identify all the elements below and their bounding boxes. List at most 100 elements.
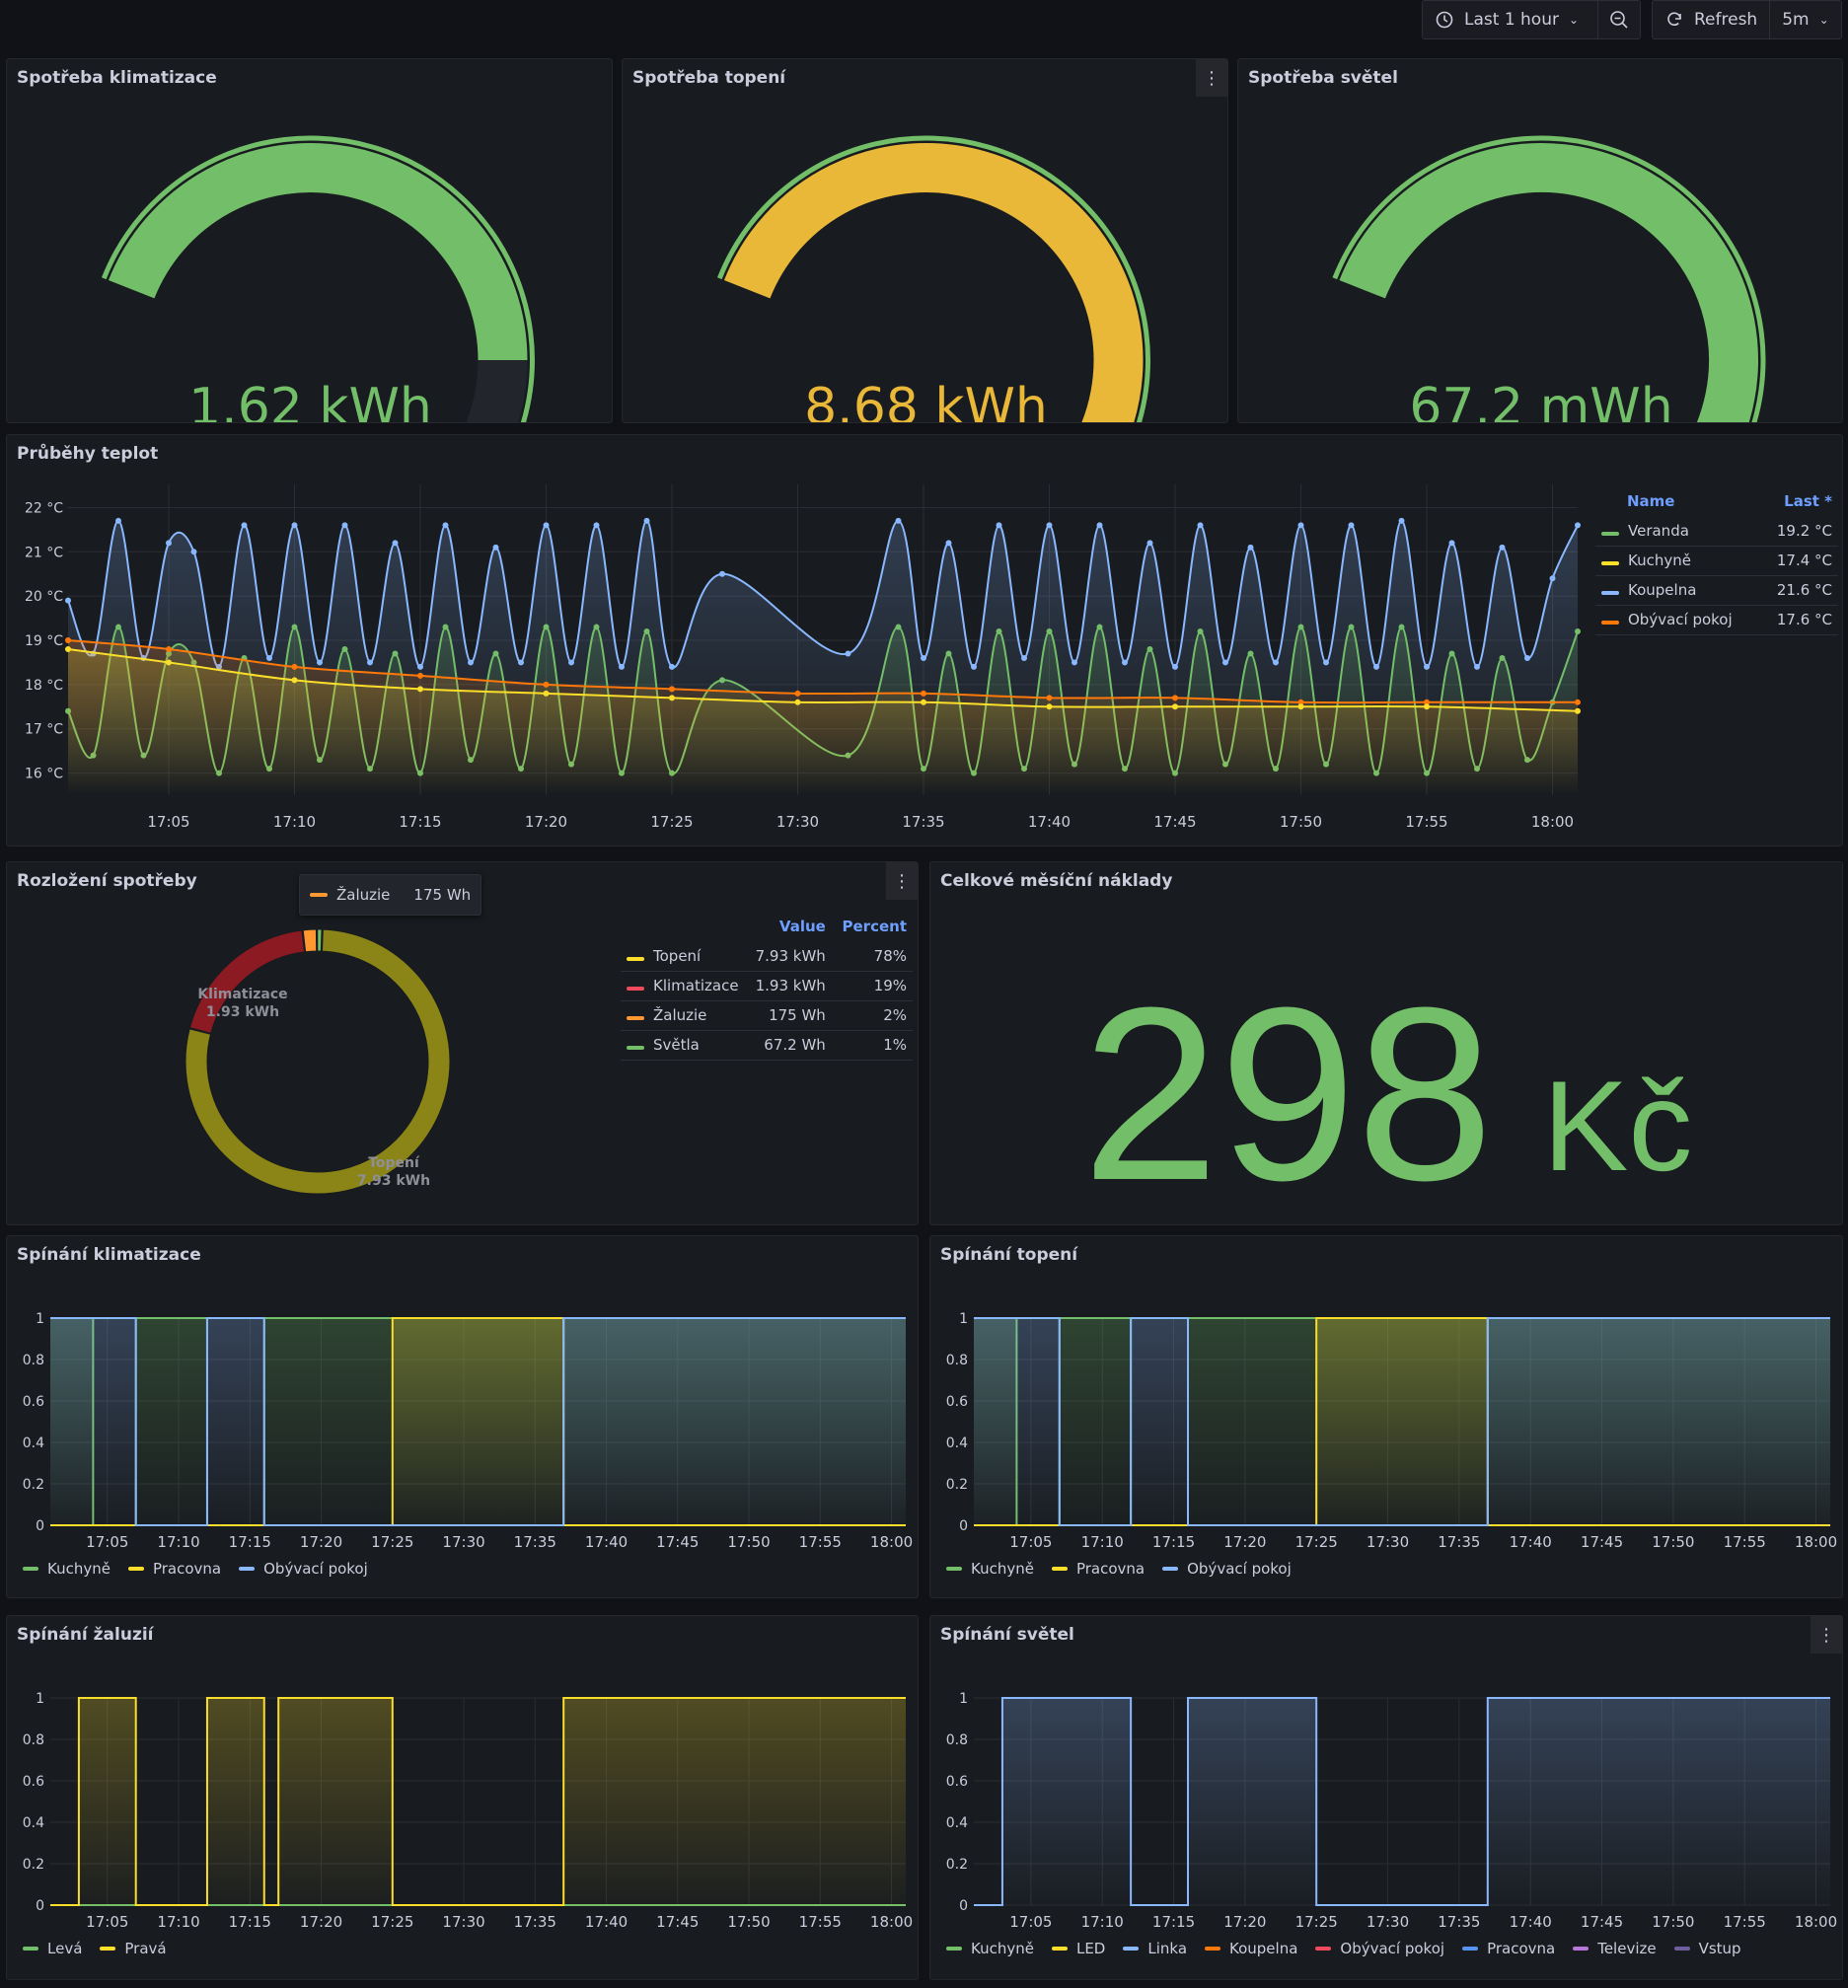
legend-item[interactable]: Pracovna	[127, 1560, 221, 1578]
legend-last-value: 17.6 °C	[1760, 605, 1838, 635]
data-point	[166, 540, 172, 547]
x-tick-label: 18:00	[870, 1913, 913, 1931]
legend-item[interactable]: Obývací pokoj	[1162, 1560, 1292, 1578]
refresh-button[interactable]: Refresh	[1653, 1, 1769, 38]
legend-label: Kuchyně	[971, 1940, 1034, 1957]
legend-item[interactable]: Linka	[1123, 1940, 1187, 1957]
y-tick-label: 22 °C	[25, 500, 63, 516]
data-point	[341, 645, 348, 652]
legend-header-value[interactable]: Value	[745, 912, 832, 941]
time-range-button[interactable]: Last 1 hour ⌄	[1423, 1, 1597, 38]
data-point	[1096, 624, 1103, 630]
x-tick-label: 17:35	[902, 813, 944, 831]
legend-row[interactable]: Světla 67.2 Wh 1%	[621, 1030, 913, 1061]
zoom-out-button[interactable]	[1598, 1, 1640, 38]
data-point	[65, 597, 71, 604]
refresh-interval-button[interactable]: 5m ⌄	[1770, 1, 1840, 38]
y-tick-label: 19 °C	[25, 633, 63, 649]
temperature-panel[interactable]: Průběhy teplot 16 °C 17 °C 18 °C 19 °C 20 °C…	[6, 434, 1843, 847]
legend-item[interactable]: Televize	[1573, 1940, 1657, 1957]
legend-label: Pracovna	[1075, 1560, 1146, 1578]
legend-item[interactable]: Pracovna	[1462, 1940, 1555, 1957]
legend-swatch	[23, 1567, 38, 1571]
x-tick-label: 17:15	[1152, 1913, 1195, 1931]
gauge-panel-klimatizace[interactable]: Spotřeba klimatizace 1.62 kWh	[6, 58, 613, 423]
y-tick-label: 21 °C	[25, 545, 63, 560]
legend-row[interactable]: Kuchyně 17.4 °C	[1595, 546, 1838, 576]
data-point	[1247, 544, 1254, 551]
data-point	[1273, 659, 1279, 666]
y-tick-label: 1	[36, 1311, 44, 1327]
data-point	[367, 659, 373, 666]
legend-item[interactable]: Kuchyně	[23, 1560, 111, 1578]
monthly-cost-panel[interactable]: Celkové měsíční náklady 298 Kč	[929, 861, 1843, 1225]
slice-label: Topení	[368, 1155, 420, 1171]
legend-swatch	[1315, 1947, 1332, 1951]
legend-row[interactable]: Klimatizace 1.93 kWh 19%	[621, 971, 913, 1001]
data-point	[921, 690, 926, 697]
x-tick-label: 17:40	[585, 1533, 628, 1551]
legend-item[interactable]: Obývací pokoj	[1315, 1940, 1444, 1957]
legend-swatch	[627, 987, 644, 991]
data-point	[492, 650, 499, 657]
x-tick-label: 17:30	[1367, 1533, 1409, 1551]
y-tick-label: 0.4	[23, 1436, 44, 1451]
pie-tooltip: Žaluzie 175 Wh	[299, 874, 482, 916]
panel-menu-button[interactable]: ⋮	[886, 862, 918, 900]
data-point	[241, 522, 248, 529]
pie-slice	[302, 928, 318, 953]
x-tick-label: 17:15	[399, 813, 441, 831]
x-tick-label: 17:55	[1405, 813, 1447, 831]
x-tick-label: 17:20	[525, 813, 567, 831]
legend-header-last[interactable]: Last *	[1760, 486, 1838, 516]
consumption-pie-panel[interactable]: Rozložení spotřeby ⋮ Klimatizace 1.93 kWh…	[6, 861, 919, 1225]
gauge-panel-topeni[interactable]: Spotřeba topení ⋮ 8.68 kWh	[622, 58, 1228, 423]
legend-item[interactable]: Kuchyně	[946, 1940, 1034, 1957]
switch-panel-topeni[interactable]: Spínání topení 0 0.2 0.4 0.6 0.8 1 17:05 17:10 1…	[929, 1235, 1843, 1598]
y-tick-label: 0.6	[23, 1774, 44, 1790]
step-chart: 0 0.2 0.4 0.6 0.8 1 17:05 17:10 17:15 17:20 17:25 1…	[23, 1311, 913, 1551]
legend-item[interactable]: Obývací pokoj	[239, 1560, 368, 1578]
legend-item[interactable]: Levá	[23, 1940, 82, 1957]
legend-item[interactable]: LED	[1051, 1940, 1105, 1957]
panel-menu-button[interactable]: ⋮	[1196, 59, 1227, 97]
legend-swatch	[1573, 1947, 1589, 1951]
data-point	[468, 659, 474, 666]
x-tick-label: 18:00	[1795, 1913, 1837, 1931]
x-tick-label: 17:30	[442, 1913, 484, 1931]
switch-panel-klimatizace[interactable]: Spínání klimatizace 0 0.2 0.4 0.6 0.8 1 17:05 1…	[6, 1235, 919, 1598]
y-tick-label: 0.4	[946, 1815, 968, 1831]
legend-swatch	[1051, 1567, 1068, 1571]
legend-item[interactable]: Koupelna	[1205, 1940, 1297, 1957]
legend-row[interactable]: Veranda 19.2 °C	[1595, 516, 1838, 547]
gauge-panel-svetla[interactable]: Spotřeba světel 67.2 mWh	[1237, 58, 1843, 423]
legend-item[interactable]: Pracovna	[1051, 1560, 1146, 1578]
legend-item[interactable]: Vstup	[1673, 1940, 1741, 1957]
gauge-chart: 1.62 kWh	[101, 135, 535, 422]
x-tick-label: 17:10	[1081, 1533, 1124, 1551]
legend-row[interactable]: Žaluzie 175 Wh 2%	[621, 1000, 913, 1031]
data-point	[291, 624, 298, 630]
top-toolbar: Last 1 hour ⌄ Refresh 5m ⌄	[0, 0, 1848, 53]
switch-panel-zaluzie[interactable]: Spínání žaluzií 0 0.2 0.4 0.6 0.8 1 17:05 17:10…	[6, 1615, 919, 1980]
legend-label: Koupelna	[1229, 1940, 1298, 1957]
data-point	[945, 540, 952, 547]
legend-item[interactable]: Pravá	[100, 1940, 167, 1957]
clock-icon	[1436, 11, 1453, 29]
data-point	[1348, 624, 1355, 630]
data-point	[1046, 628, 1053, 635]
legend-header-percent[interactable]: Percent	[832, 912, 913, 941]
legend-item[interactable]: Kuchyně	[946, 1560, 1034, 1578]
legend-swatch	[127, 1567, 144, 1571]
legend-row[interactable]: Topení 7.93 kWh 78%	[621, 941, 913, 972]
legend-label: Světla	[653, 1036, 700, 1054]
legend-row[interactable]: Koupelna 21.6 °C	[1595, 575, 1838, 606]
y-tick-label: 16 °C	[25, 767, 63, 782]
legend-row[interactable]: Obývací pokoj 17.6 °C	[1595, 605, 1838, 635]
data-point	[1499, 544, 1506, 551]
x-tick-label: 17:45	[656, 1533, 699, 1551]
switch-panel-svetla[interactable]: Spínání světel ⋮ 0 0.2 0.4 0.6 0.8 1 17:05 17:1…	[929, 1615, 1843, 1980]
x-tick-label: 17:30	[1367, 1913, 1409, 1931]
data-point	[1323, 659, 1329, 666]
data-point	[166, 645, 172, 652]
